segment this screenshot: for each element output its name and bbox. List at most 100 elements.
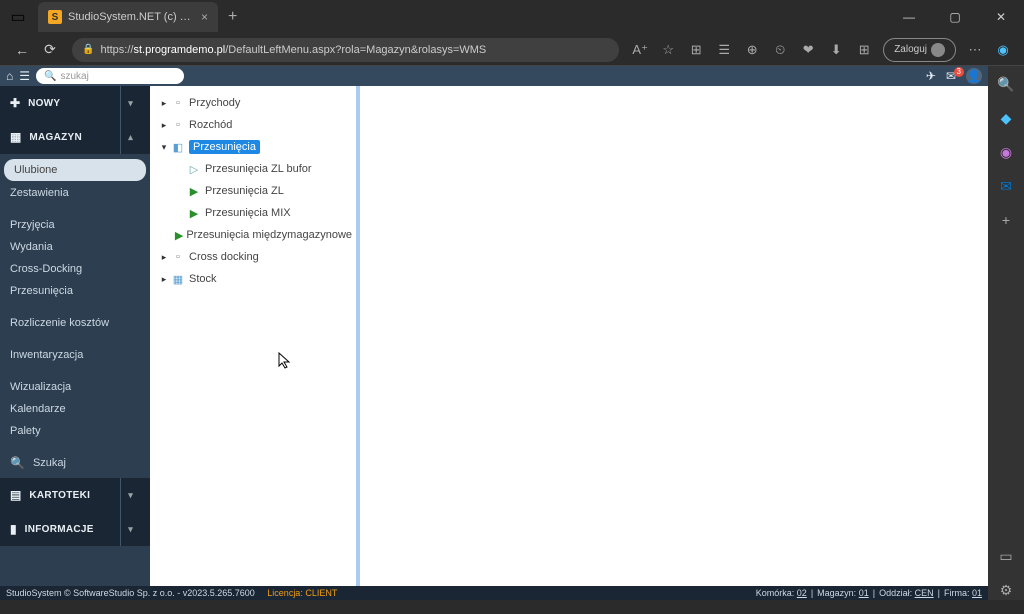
home-icon[interactable]: ⌂ bbox=[6, 69, 13, 83]
sidebar-item-kalendarze[interactable]: Kalendarze bbox=[0, 398, 150, 420]
move-icon: ◧ bbox=[170, 141, 186, 154]
login-button[interactable]: Zaloguj bbox=[883, 38, 956, 62]
menu-icon[interactable]: ⋯ bbox=[962, 37, 988, 63]
doc-icon: ▫ bbox=[170, 119, 186, 131]
tree-item-cross[interactable]: ▸ ▫ Cross docking bbox=[154, 246, 352, 268]
status-firma[interactable]: Firma: 01 bbox=[944, 588, 982, 598]
cards-icon: ▤ bbox=[10, 488, 21, 502]
tab-overview-icon[interactable]: ▭ bbox=[8, 7, 28, 27]
favorites-bar-icon[interactable]: ☰ bbox=[711, 37, 737, 63]
lock-icon: 🔒 bbox=[82, 44, 94, 55]
collapse-icon[interactable]: ▾ bbox=[158, 142, 170, 153]
expand-icon[interactable]: ▸ bbox=[158, 98, 170, 109]
browser-titlebar: ▭ S StudioSystem.NET (c) SoftwareSt × + … bbox=[0, 0, 1024, 34]
sidebar-item-zestawienia[interactable]: Zestawienia bbox=[0, 182, 150, 204]
chevron-down-icon[interactable]: ▾ bbox=[120, 512, 140, 546]
sidebar-header-nowy[interactable]: ✚ NOWY ▾ bbox=[0, 86, 150, 120]
tree-item-zl-bufor[interactable]: ▷ Przesunięcia ZL bufor bbox=[154, 158, 352, 180]
settings-icon[interactable]: ⚙ bbox=[996, 580, 1016, 600]
chevron-down-icon[interactable]: ▾ bbox=[120, 478, 140, 512]
tree-item-przychody[interactable]: ▸ ▫ Przychody bbox=[154, 92, 352, 114]
sidebar-item-palety[interactable]: Palety bbox=[0, 420, 150, 442]
play-outline-icon: ▷ bbox=[186, 163, 202, 176]
sidebar: ✚ NOWY ▾ ▦ MAGAZYN ▴ Ulubione Zestawieni… bbox=[0, 86, 150, 586]
extensions-icon[interactable]: ⊞ bbox=[683, 37, 709, 63]
search-icon: 🔍 bbox=[10, 456, 25, 470]
tool-icon[interactable]: ◆ bbox=[996, 108, 1016, 128]
panel-icon[interactable]: ▭ bbox=[996, 546, 1016, 566]
sidebar-item-ulubione[interactable]: Ulubione bbox=[4, 159, 146, 181]
back-button[interactable]: ← bbox=[8, 36, 36, 64]
close-icon[interactable]: × bbox=[201, 10, 208, 24]
chevron-up-icon[interactable]: ▴ bbox=[120, 120, 140, 154]
sidebar-header-informacje[interactable]: ▮ INFORMACJE ▾ bbox=[0, 512, 150, 546]
reader-icon[interactable]: A⁺ bbox=[627, 37, 653, 63]
sidebar-item-przyjecia[interactable]: Przyjęcia bbox=[0, 214, 150, 236]
refresh-button[interactable]: ⟳ bbox=[36, 36, 64, 64]
tree-item-miedzy[interactable]: ▶ Przesunięcia międzymagazynowe bbox=[154, 224, 352, 246]
favicon-icon: S bbox=[48, 10, 62, 24]
edge-sidebar: 🔍 ◆ ◉ ✉ + ▭ ⚙ bbox=[988, 66, 1024, 600]
play-icon: ▶ bbox=[186, 207, 202, 220]
collections-icon[interactable]: ⊕ bbox=[739, 37, 765, 63]
status-komorka[interactable]: Komórka: 02 bbox=[756, 588, 807, 598]
status-bar: StudioSystem © SoftwareStudio Sp. z o.o.… bbox=[0, 586, 988, 600]
expand-icon[interactable]: ▸ bbox=[158, 274, 170, 285]
doc-icon: ▫ bbox=[170, 251, 186, 263]
performance-icon[interactable]: ❤ bbox=[795, 37, 821, 63]
favorite-icon[interactable]: ☆ bbox=[655, 37, 681, 63]
status-oddzial[interactable]: Oddział: CEN bbox=[879, 588, 934, 598]
tree-item-stock[interactable]: ▸ ▦ Stock bbox=[154, 268, 352, 290]
warehouse-icon: ▦ bbox=[10, 130, 21, 144]
tree-item-przesuniecia[interactable]: ▾ ◧ Przesunięcia bbox=[154, 136, 352, 158]
bing-icon[interactable]: ◉ bbox=[990, 37, 1016, 63]
copilot-icon[interactable]: ◉ bbox=[996, 142, 1016, 162]
plus-icon: ✚ bbox=[10, 96, 20, 110]
minimize-button[interactable]: — bbox=[886, 0, 932, 34]
sidebar-item-rozliczenie[interactable]: Rozliczenie kosztów bbox=[0, 312, 150, 334]
url-input[interactable]: 🔒 https://st.programdemo.pl/DefaultLeftM… bbox=[72, 38, 619, 62]
new-tab-button[interactable]: + bbox=[228, 8, 237, 26]
tree-item-mix[interactable]: ▶ Przesunięcia MIX bbox=[154, 202, 352, 224]
status-magazyn[interactable]: Magazyn: 01 bbox=[817, 588, 869, 598]
avatar-icon bbox=[931, 43, 945, 57]
sidebar-item-przesuniecia[interactable]: Przesunięcia bbox=[0, 280, 150, 302]
maximize-button[interactable]: ▢ bbox=[932, 0, 978, 34]
expand-icon[interactable]: ▸ bbox=[158, 120, 170, 131]
downloads-icon[interactable]: ⬇ bbox=[823, 37, 849, 63]
sidebar-item-wydania[interactable]: Wydania bbox=[0, 236, 150, 258]
chevron-down-icon[interactable]: ▾ bbox=[120, 86, 140, 120]
outlook-icon[interactable]: ✉ bbox=[996, 176, 1016, 196]
play-icon: ▶ bbox=[186, 185, 202, 198]
status-license: Licencja: CLIENT bbox=[267, 588, 337, 598]
doc-icon: ▫ bbox=[170, 97, 186, 109]
content-area bbox=[360, 86, 988, 586]
tree-item-rozchod[interactable]: ▸ ▫ Rozchód bbox=[154, 114, 352, 136]
sidebar-header-kartoteki[interactable]: ▤ KARTOTEKI ▾ bbox=[0, 478, 150, 512]
add-icon[interactable]: + bbox=[996, 210, 1016, 230]
search-input[interactable]: 🔍 szukaj bbox=[36, 68, 184, 84]
user-icon[interactable]: 👤 bbox=[966, 68, 982, 84]
close-button[interactable]: ✕ bbox=[978, 0, 1024, 34]
sidebar-item-wizualizacja[interactable]: Wizualizacja bbox=[0, 376, 150, 398]
plane-icon[interactable]: ✈ bbox=[926, 69, 936, 83]
history-icon[interactable]: ⏲ bbox=[767, 37, 793, 63]
info-icon: ▮ bbox=[10, 522, 17, 536]
status-version: StudioSystem © SoftwareStudio Sp. z o.o.… bbox=[6, 588, 255, 598]
sidebar-item-szukaj[interactable]: 🔍 Szukaj bbox=[0, 452, 150, 474]
stock-icon: ▦ bbox=[170, 273, 186, 286]
tree-item-zl[interactable]: ▶ Przesunięcia ZL bbox=[154, 180, 352, 202]
sidebar-header-magazyn[interactable]: ▦ MAGAZYN ▴ bbox=[0, 120, 150, 154]
mail-icon[interactable]: ✉3 bbox=[946, 69, 956, 83]
browser-tab[interactable]: S StudioSystem.NET (c) SoftwareSt × bbox=[38, 2, 218, 32]
app-window: ⌂ ☰ 🔍 szukaj ✈ ✉3 👤 ✚ NOWY ▾ ▦ MAGAZYN ▴ bbox=[0, 66, 988, 600]
menu-toggle-icon[interactable]: ☰ bbox=[19, 69, 30, 83]
tree-panel: ▸ ▫ Przychody ▸ ▫ Rozchód ▾ ◧ Przesunięc… bbox=[150, 86, 360, 586]
search-icon[interactable]: 🔍 bbox=[996, 74, 1016, 94]
expand-icon[interactable]: ▸ bbox=[158, 252, 170, 263]
app-icon[interactable]: ⊞ bbox=[851, 37, 877, 63]
tab-title: StudioSystem.NET (c) SoftwareSt bbox=[68, 11, 193, 23]
sidebar-item-cross-docking[interactable]: Cross-Docking bbox=[0, 258, 150, 280]
search-icon: 🔍 bbox=[44, 71, 56, 82]
sidebar-item-inwentaryzacja[interactable]: Inwentaryzacja bbox=[0, 344, 150, 366]
